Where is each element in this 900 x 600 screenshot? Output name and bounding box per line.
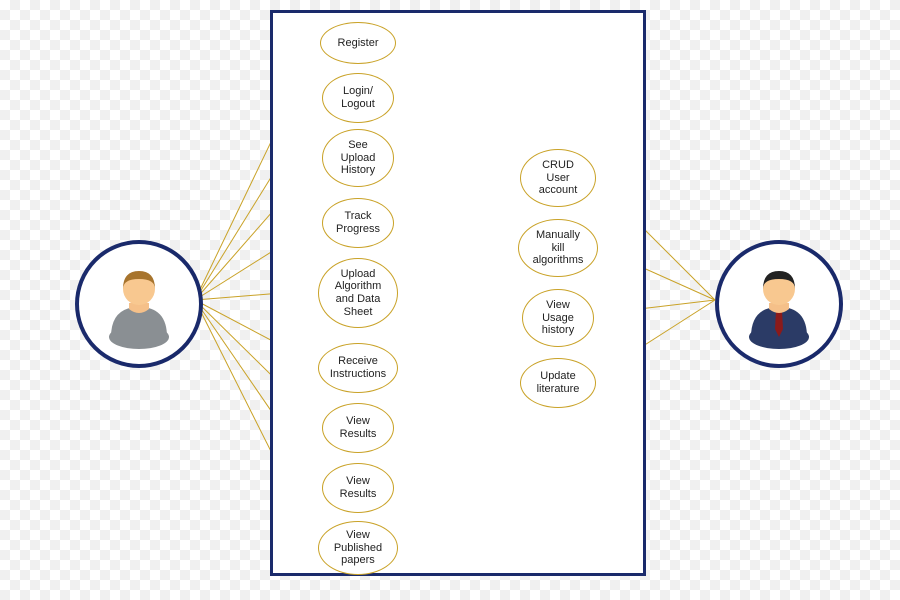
usecase: Manuallykillalgorithms bbox=[518, 219, 598, 277]
usecase-label: ViewResults bbox=[340, 475, 377, 500]
usecase-label: Manuallykillalgorithms bbox=[533, 229, 584, 267]
actor-admin bbox=[715, 240, 843, 368]
usecase-label: Login/Logout bbox=[341, 85, 375, 110]
usecase-label: SeeUploadHistory bbox=[341, 139, 376, 177]
usecase: ViewUsagehistory bbox=[522, 289, 594, 347]
usecase-label: UploadAlgorithmand DataSheet bbox=[335, 268, 381, 319]
usecase: TrackProgress bbox=[322, 198, 394, 248]
usecase-label: ViewUsagehistory bbox=[542, 299, 574, 337]
usecase-label: TrackProgress bbox=[336, 210, 380, 235]
usecase: Login/Logout bbox=[322, 73, 394, 123]
usecase-label: ReceiveInstructions bbox=[330, 355, 386, 380]
usecase: ReceiveInstructions bbox=[318, 343, 398, 393]
usecase: Updateliterature bbox=[520, 358, 596, 408]
diagram-canvas: Register Login/Logout SeeUploadHistory Trac… bbox=[0, 0, 900, 600]
usecase-label: CRUDUseraccount bbox=[539, 159, 578, 197]
usecase-label: Updateliterature bbox=[537, 370, 580, 395]
usecase: ViewResults bbox=[322, 403, 394, 453]
actor-user bbox=[75, 240, 203, 368]
usecase-label: ViewPublishedpapers bbox=[334, 529, 382, 567]
usecase: UploadAlgorithmand DataSheet bbox=[318, 258, 398, 328]
usecase-label: Register bbox=[338, 37, 379, 50]
usecase: ViewResults bbox=[322, 463, 394, 513]
usecase: SeeUploadHistory bbox=[322, 129, 394, 187]
usecase-label: ViewResults bbox=[340, 415, 377, 440]
usecase: ViewPublishedpapers bbox=[318, 521, 398, 575]
usecase: Register bbox=[320, 22, 396, 64]
usecase: CRUDUseraccount bbox=[520, 149, 596, 207]
